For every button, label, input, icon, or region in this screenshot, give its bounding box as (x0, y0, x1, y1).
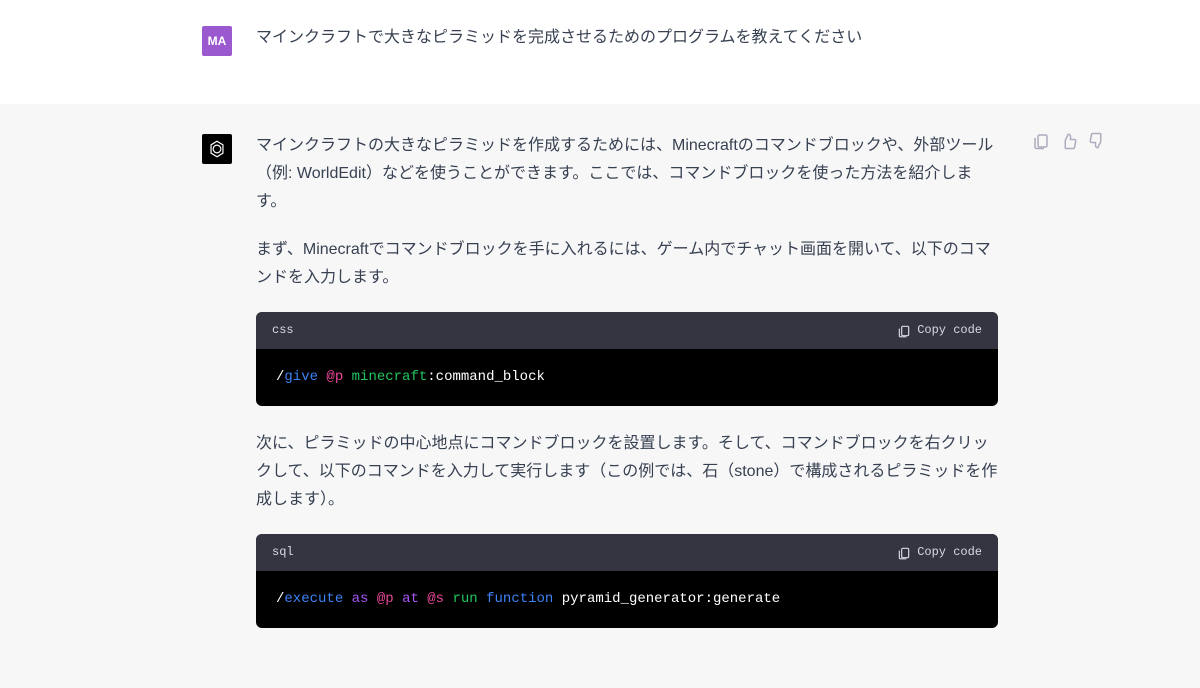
openai-logo-icon (206, 138, 228, 160)
code-block-1-header: css Copy code (256, 312, 998, 349)
user-message-section: MA マインクラフトで大きなピラミッドを完成させるためのプログラムを教えてくださ… (0, 0, 1200, 104)
code-token: :command_block (427, 369, 545, 385)
code-block-2-lang: sql (272, 542, 294, 563)
code-token: pyramid_generator:generate (553, 591, 780, 607)
code-token: minecraft (352, 369, 428, 385)
assistant-paragraph-3: 次に、ピラミッドの中心地点にコマンドブロックを設置します。そして、コマンドブロッ… (256, 430, 998, 514)
code-token: @s (427, 591, 444, 607)
code-token: @p (377, 591, 394, 607)
message-actions (1032, 132, 1106, 150)
copy-code-button-1[interactable]: Copy code (897, 320, 982, 341)
assistant-message-row: マインクラフトの大きなピラミッドを作成するためには、Minecraftのコマンド… (190, 132, 1010, 652)
user-avatar-initials: MA (208, 31, 227, 52)
code-token: execute (284, 591, 343, 607)
copy-code-button-2[interactable]: Copy code (897, 542, 982, 563)
assistant-message-body: マインクラフトの大きなピラミッドを作成するためには、Minecraftのコマンド… (256, 132, 998, 652)
code-block-2-header: sql Copy code (256, 534, 998, 571)
user-message-text: マインクラフトで大きなピラミッドを完成させるためのプログラムを教えてください (256, 24, 998, 52)
copy-message-icon[interactable] (1032, 132, 1050, 150)
assistant-message-section: マインクラフトの大きなピラミッドを作成するためには、Minecraftのコマンド… (0, 104, 1200, 688)
thumbs-down-icon[interactable] (1088, 132, 1106, 150)
assistant-avatar (202, 134, 232, 164)
user-message-body: マインクラフトで大きなピラミッドを完成させるためのプログラムを教えてください (256, 24, 998, 72)
clipboard-icon (897, 324, 911, 338)
code-block-1-body: /give @p minecraft:command_block (256, 349, 998, 406)
code-block-2-body: /execute as @p at @s run function pyrami… (256, 571, 998, 628)
code-token: at (402, 591, 419, 607)
clipboard-icon (897, 546, 911, 560)
thumbs-up-icon[interactable] (1060, 132, 1078, 150)
code-block-1: css Copy code /give @p minecraft:command… (256, 312, 998, 406)
code-token: function (486, 591, 553, 607)
user-avatar: MA (202, 26, 232, 56)
code-token: run (453, 591, 478, 607)
code-token: give (284, 369, 318, 385)
code-block-1-lang: css (272, 320, 294, 341)
assistant-paragraph-2: まず、Minecraftでコマンドブロックを手に入れるには、ゲーム内でチャット画… (256, 236, 998, 292)
code-block-2: sql Copy code /execute as @p at @s run f… (256, 534, 998, 628)
copy-code-label: Copy code (917, 542, 982, 563)
copy-code-label: Copy code (917, 320, 982, 341)
code-token: as (352, 591, 369, 607)
code-token: @p (326, 369, 343, 385)
assistant-paragraph-1: マインクラフトの大きなピラミッドを作成するためには、Minecraftのコマンド… (256, 132, 998, 216)
user-message-row: MA マインクラフトで大きなピラミッドを完成させるためのプログラムを教えてくださ… (190, 24, 1010, 72)
